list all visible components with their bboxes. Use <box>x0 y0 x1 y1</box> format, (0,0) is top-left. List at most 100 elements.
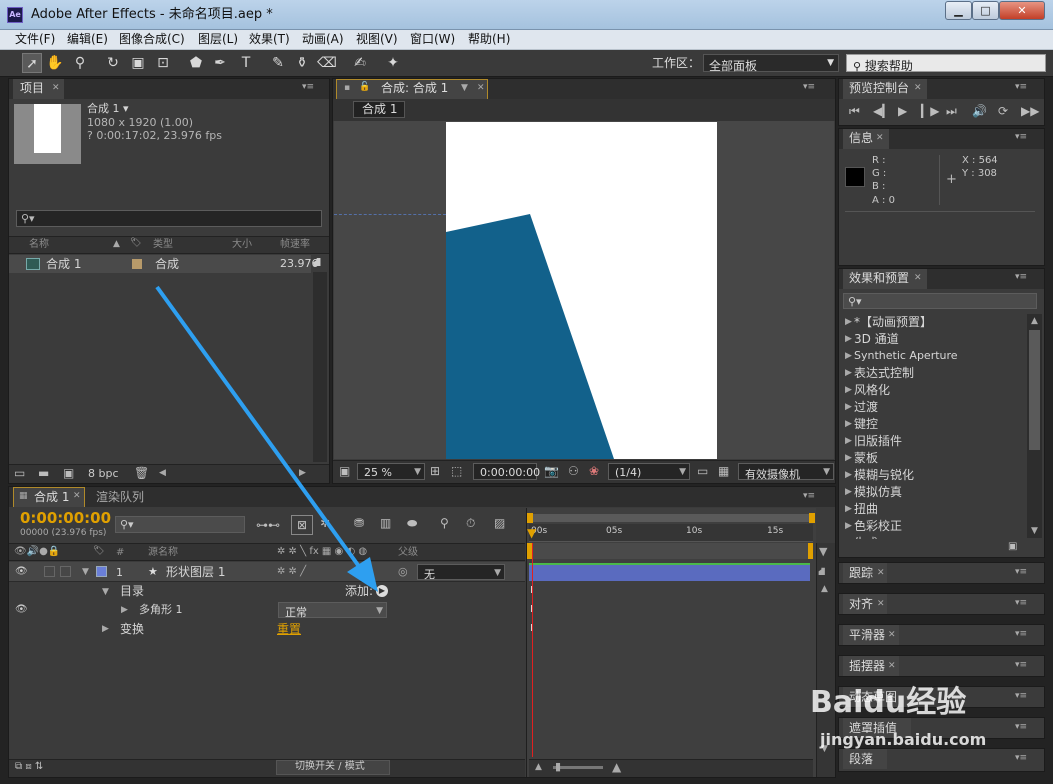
menu-effect[interactable]: 效果(T) <box>249 33 290 45</box>
list-item[interactable]: ▶ 旧版插件 <box>840 433 1026 450</box>
puppet-pin-tool-icon[interactable]: ✦ <box>383 53 403 73</box>
list-item[interactable]: ▶ 色彩校正 <box>840 518 1026 535</box>
list-item[interactable]: ▶ 模糊与锐化 <box>840 467 1026 484</box>
list-item[interactable]: ▶ 扭曲 <box>840 501 1026 518</box>
comp-timecode-field[interactable]: 0:00:00:00 <box>473 463 540 480</box>
menu-window[interactable]: 窗口(W) <box>410 33 455 45</box>
brush-tool-icon[interactable]: ✎ <box>268 53 288 73</box>
audio-icon[interactable]: 🔊 <box>972 105 987 117</box>
col-parent[interactable]: 父级 <box>398 548 418 558</box>
ram-preview-icon[interactable]: ▶▶ <box>1021 105 1039 117</box>
add-menu-play-icon[interactable]: ▶ <box>376 585 388 597</box>
close-tab-icon[interactable]: ✕ <box>876 134 884 143</box>
collapse-arrow-icon[interactable]: ▼ <box>102 588 109 597</box>
snapshot-icon[interactable]: 📷 <box>544 465 559 477</box>
work-area-start-handle[interactable] <box>527 513 533 523</box>
layer-name[interactable]: 形状图层 1 <box>166 566 225 578</box>
expand-arrow-icon[interactable]: ▶ <box>102 625 109 634</box>
project-search-input[interactable]: ⚲▾ <box>16 210 322 227</box>
camera-icon[interactable]: ⛘ <box>818 566 826 577</box>
selection-tool-icon[interactable]: ➚ <box>22 53 42 73</box>
panel-menu-icon[interactable]: ▾≡ <box>1015 630 1027 639</box>
new-folder-icon[interactable]: ▬ <box>38 467 49 479</box>
close-tab-icon[interactable]: ✕ <box>877 569 885 578</box>
panel-menu-icon[interactable]: ▾≡ <box>1015 133 1027 142</box>
audio-toggle[interactable] <box>44 566 55 577</box>
expand-arrow-icon[interactable]: ▶ <box>121 606 128 615</box>
panel-menu-icon[interactable]: ▾≡ <box>1015 661 1027 670</box>
loop-icon[interactable]: ⟳ <box>998 105 1008 117</box>
eraser-tool-icon[interactable]: ⌫ <box>317 53 337 73</box>
lock-toggle[interactable] <box>60 566 71 577</box>
scroll-down-icon[interactable]: ▼ <box>821 745 828 754</box>
zoom-tool-icon[interactable]: ⚲ <box>70 53 90 73</box>
panel-menu-icon[interactable]: ▾≡ <box>1015 692 1027 701</box>
scroll-up-icon[interactable]: ▲ <box>821 585 828 594</box>
close-tab-icon[interactable]: ✕ <box>877 600 885 609</box>
padlock-icon[interactable]: 🔓 <box>359 83 370 92</box>
color-channels-icon[interactable]: ❀ <box>589 465 599 477</box>
last-frame-icon[interactable]: ⏭ <box>946 105 957 117</box>
brainstorm-icon[interactable]: ⚲ <box>440 517 449 529</box>
pen-tool-icon[interactable]: ✒ <box>210 53 230 73</box>
menu-edit[interactable]: 编辑(E) <box>67 33 108 45</box>
list-item[interactable]: ▶ *【动画预置】 <box>840 314 1026 331</box>
panel-menu-icon[interactable]: ▾≡ <box>1015 273 1027 282</box>
close-tab-icon[interactable]: ✕ <box>888 662 896 671</box>
zoom-out-mountain-icon[interactable]: ▲ <box>535 763 542 772</box>
scroll-up-icon[interactable]: ▲ <box>1031 317 1038 326</box>
timeline-vscroll[interactable] <box>816 543 835 777</box>
zoom-select[interactable]: 25 % ▼ <box>357 463 425 480</box>
scroll-down-icon[interactable]: ▼ <box>1031 527 1038 536</box>
roto-brush-tool-icon[interactable]: ✍ <box>350 53 370 73</box>
layer-switches-toggle-icon[interactable]: ⧉ ⧈ ⇅ <box>15 762 43 772</box>
menu-layer[interactable]: 图层(L) <box>198 33 238 45</box>
layer-switches-icon[interactable]: ✲ ✲ ╱ <box>277 567 306 577</box>
close-tab-icon[interactable]: ✕ <box>914 84 922 93</box>
panel-menu-icon[interactable]: ▾≡ <box>302 83 314 92</box>
parent-select[interactable]: 无 ▼ <box>417 564 505 581</box>
reset-link[interactable]: 重置 <box>277 623 301 635</box>
current-time-indicator[interactable] <box>532 543 533 757</box>
show-snapshot-icon[interactable]: ⚇ <box>568 465 579 477</box>
transparency-grid-icon[interactable]: ▦ <box>718 465 729 477</box>
pickwhip-icon[interactable]: ◎ <box>398 566 408 577</box>
polygon-label[interactable]: 多角形 1 <box>139 604 183 615</box>
graph-editor-icon[interactable]: ▨ <box>494 517 505 529</box>
comp-viewer[interactable] <box>334 121 834 459</box>
work-area-bar[interactable] <box>529 514 813 522</box>
maximize-button[interactable]: □ <box>972 1 999 20</box>
bit-depth[interactable]: 8 bpc <box>88 468 119 479</box>
list-item[interactable]: ▶ 表达式控制 <box>840 365 1026 382</box>
close-tab-icon[interactable]: ✕ <box>888 631 896 640</box>
list-item[interactable]: ▶ 模拟仿真 <box>840 484 1026 501</box>
scrollbar-thumb[interactable] <box>1029 330 1040 450</box>
lock-icon[interactable]: ▪ <box>344 84 350 93</box>
scroll-right-icon[interactable]: ▶ <box>299 469 306 478</box>
list-item[interactable]: ▶ Synthetic Aperture <box>840 348 1026 365</box>
motion-blur-icon[interactable]: ⬬ <box>407 517 417 529</box>
collapse-arrow-icon[interactable]: ▼ <box>82 568 89 577</box>
label-color-swatch[interactable] <box>96 566 107 577</box>
flowchart-icon[interactable]: ⛘ <box>313 256 321 268</box>
zoom-in-mountain-icon[interactable]: ▲ <box>612 761 621 773</box>
scroll-left-icon[interactable]: ◀ <box>159 469 166 478</box>
menu-file[interactable]: 文件(F) <box>15 33 55 45</box>
panel-menu-icon[interactable]: ▾≡ <box>1015 723 1027 732</box>
new-composition-icon[interactable]: ▣ <box>63 467 74 479</box>
slider-thumb-icon[interactable]: ▮ <box>555 761 561 772</box>
col-name[interactable]: 名称 <box>29 240 49 250</box>
close-button[interactable]: ✕ <box>999 1 1045 20</box>
draft-3d-icon[interactable]: ✲ <box>320 517 330 529</box>
hide-shy-icon[interactable]: ⛃ <box>354 517 364 529</box>
panel-menu-icon[interactable]: ▾≡ <box>803 83 815 92</box>
panel-menu-icon[interactable]: ▾≡ <box>1015 83 1027 92</box>
text-tool-icon[interactable]: T <box>236 53 256 73</box>
interpret-footage-icon[interactable]: ▭ <box>14 467 25 479</box>
visibility-eye-icon[interactable]: 👁 <box>15 567 28 577</box>
current-time[interactable]: 0:00:00:00 <box>20 511 111 526</box>
col-fps[interactable]: 帧速率 <box>280 240 310 250</box>
search-help-input[interactable]: ⚲ 搜索帮助 <box>846 54 1046 73</box>
previous-frame-icon[interactable]: ◀▎ <box>873 105 891 117</box>
work-area-end-handle[interactable] <box>809 513 815 523</box>
